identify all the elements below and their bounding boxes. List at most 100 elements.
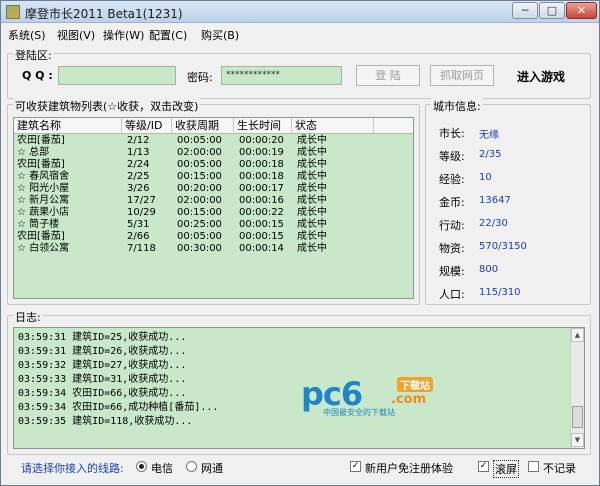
table-row[interactable]: ☆ 春风宿舍 2/25 00:15:00 00:00:18 成长中 (14, 171, 413, 183)
table-cell: ☆ 总部 (17, 147, 50, 158)
table-row[interactable]: ☆ 阳光小屋 3/26 00:20:00 00:00:17 成长中 (14, 183, 413, 195)
log-scrollbar[interactable]: ▲ ▼ (570, 328, 584, 448)
table-row[interactable]: ☆ 蔬果小店 10/29 00:15:00 00:00:22 成长中 (14, 207, 413, 219)
table-cell: ☆ 春风宿舍 (17, 171, 70, 182)
netcom-radio[interactable] (186, 461, 197, 472)
table-cell: 2/12 (127, 135, 150, 146)
log-line: 03:59:31 建筑ID=25,收获成功... (18, 332, 187, 343)
table-cell: 成长中 (297, 207, 327, 218)
city-info-value: 800 (479, 264, 499, 275)
table-row[interactable]: 农田[番茄] 2/24 00:05:00 00:00:18 成长中 (14, 159, 413, 171)
col-grow-time[interactable]: 生长时间 (234, 118, 292, 134)
table-row[interactable]: ☆ 白领公寓 7/118 00:30:00 00:00:14 成长中 (14, 243, 413, 255)
scroll-label[interactable]: 滚屏 (493, 460, 519, 478)
table-cell: 00:00:18 (239, 159, 284, 170)
window-title: 摩登市长2011 Beta1(1231) (25, 7, 183, 21)
maximize-button[interactable]: □ (539, 2, 565, 19)
table-row[interactable]: ☆ 筒子楼 5/31 00:25:00 00:00:15 成长中 (14, 219, 413, 231)
log-line: 03:59:34 农田ID=66,收获成功... (18, 388, 187, 399)
table-cell: 00:15:00 (177, 171, 222, 182)
table-cell: 00:25:00 (177, 219, 222, 230)
table-cell: 00:30:00 (177, 243, 222, 254)
scroll-up-icon[interactable]: ▲ (571, 328, 584, 342)
table-cell: 成长中 (297, 171, 327, 182)
table-cell: 00:00:17 (239, 183, 284, 194)
table-cell: 成长中 (297, 231, 327, 242)
table-cell: 5/31 (127, 219, 150, 230)
city-info-legend: 城市信息: (431, 98, 483, 114)
building-list-legend: 可收获建筑物列表(☆收获，双击改变) (13, 98, 201, 114)
log-area[interactable]: 03:59:31 建筑ID=25,收获成功... 03:59:31 建筑ID=26… (13, 327, 585, 449)
city-info-value: 10 (479, 172, 492, 183)
table-cell: 1/13 (127, 147, 150, 158)
password-input[interactable]: ************ (221, 66, 342, 85)
menu-config[interactable]: 配置(C) (149, 27, 187, 43)
table-cell: 7/118 (127, 243, 156, 254)
table-cell: 2/24 (127, 159, 150, 170)
scroll-checkbox[interactable]: ✓ (478, 461, 489, 472)
menu-buy[interactable]: 购买(B) (201, 27, 239, 43)
city-info-label: 等级: (439, 150, 465, 163)
table-cell: 00:00:22 (239, 207, 284, 218)
col-harvest-cycle[interactable]: 收获周期 (172, 118, 234, 134)
table-cell: 成长中 (297, 219, 327, 230)
table-cell: 10/29 (127, 207, 156, 218)
city-info-value: 2/35 (479, 149, 502, 160)
app-icon (6, 5, 20, 19)
table-cell: 00:00:16 (239, 195, 284, 206)
fetch-page-button[interactable]: 抓取网页 (430, 65, 494, 86)
scroll-thumb[interactable] (572, 406, 583, 428)
password-label: 密码: (187, 71, 213, 84)
table-cell: 02:00:00 (177, 147, 222, 158)
watermark-domain: .com (391, 392, 427, 407)
minimize-button[interactable]: ─ (512, 2, 538, 19)
table-row[interactable]: 农田[番茄] 2/12 00:05:00 00:00:20 成长中 (14, 135, 413, 147)
norecord-label[interactable]: 不记录 (543, 460, 576, 476)
pc6-watermark: pc6 下载站 .com 中国最安全的下载站 (301, 375, 451, 419)
city-info-label: 规模: (439, 265, 465, 278)
scroll-down-icon[interactable]: ▼ (571, 433, 584, 447)
menu-bar: 系统(S) 视图(V) 操作(W) 配置(C) 购买(B) (2, 25, 598, 43)
qq-input[interactable] (58, 66, 176, 85)
city-info-value: 22/30 (479, 218, 508, 229)
norecord-checkbox[interactable] (528, 461, 539, 472)
col-level-id[interactable]: 等级/ID (122, 118, 172, 134)
login-button[interactable]: 登 陆 (356, 65, 420, 86)
log-line: 03:59:34 农田ID=66,成功种植[番茄]... (18, 402, 219, 413)
building-list[interactable]: 建筑名称 等级/ID 收获周期 生长时间 状态 农田[番茄] 2/12 00:05:… (13, 117, 414, 299)
table-cell: 3/26 (127, 183, 150, 194)
menu-view[interactable]: 视图(V) (57, 27, 95, 43)
col-name[interactable]: 建筑名称 (14, 118, 122, 134)
login-legend: 登陆区: (13, 47, 54, 63)
netcom-label[interactable]: 网通 (201, 460, 223, 476)
table-cell: 成长中 (297, 147, 327, 158)
enter-game-button[interactable]: 进入游戏 (517, 68, 565, 85)
close-button[interactable]: ✕ (566, 2, 597, 19)
city-info-value: 570/3150 (479, 241, 527, 252)
log-line: 03:59:35 建筑ID=118,收获成功... (18, 416, 193, 427)
city-info-label: 经验: (439, 173, 465, 186)
app-window: 摩登市长2011 Beta1(1231) ─ □ ✕ 系统(S) 视图(V) 操… (0, 0, 600, 486)
status-bar: 请选择你接入的线路: 电信 网通 ✓ 新用户免注册体验 ✓ 滚屏 不记录 (2, 456, 598, 484)
city-info-value: 13647 (479, 195, 511, 206)
table-row[interactable]: 农田[番茄] 2/66 00:05:00 00:00:15 成长中 (14, 231, 413, 243)
table-cell: 2/25 (127, 171, 150, 182)
menu-operate[interactable]: 操作(W) (103, 27, 144, 43)
log-line: 03:59:33 建筑ID=31,收获成功... (18, 374, 187, 385)
table-row[interactable]: ☆ 总部 1/13 02:00:00 00:00:19 成长中 (14, 147, 413, 159)
building-list-header: 建筑名称 等级/ID 收获周期 生长时间 状态 (14, 118, 413, 134)
log-line: 03:59:31 建筑ID=26,收获成功... (18, 346, 187, 357)
table-row[interactable]: ☆ 新月公寓 17/27 02:00:00 00:00:16 成长中 (14, 195, 413, 207)
table-cell: 00:00:19 (239, 147, 284, 158)
table-cell: ☆ 白领公寓 (17, 243, 70, 254)
register-checkbox[interactable]: ✓ (350, 461, 361, 472)
col-status[interactable]: 状态 (292, 118, 374, 134)
telecom-radio[interactable] (136, 461, 147, 472)
qq-label: Q Q : (22, 69, 53, 82)
register-label[interactable]: 新用户免注册体验 (365, 460, 453, 476)
watermark-tag: 下载站 (397, 377, 433, 392)
table-cell: 00:00:20 (239, 135, 284, 146)
telecom-label[interactable]: 电信 (151, 460, 173, 476)
title-bar: 摩登市长2011 Beta1(1231) ─ □ ✕ (1, 1, 599, 23)
menu-system[interactable]: 系统(S) (8, 27, 46, 43)
